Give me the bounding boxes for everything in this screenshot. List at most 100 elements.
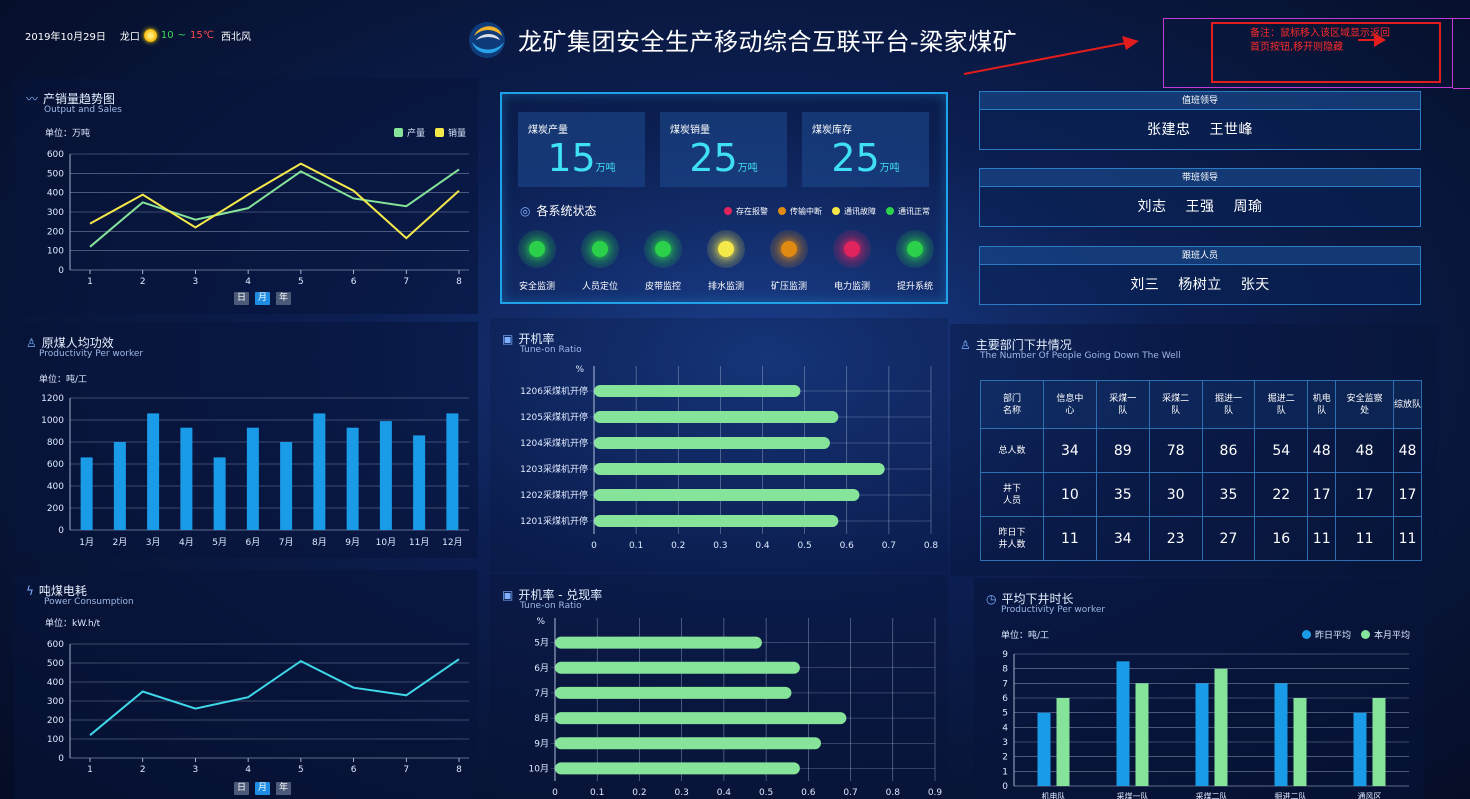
x-tick-label: 0.2 <box>671 541 685 550</box>
x-tick-label: 0 <box>591 541 597 550</box>
y-tick-label: 8 <box>1002 665 1008 675</box>
table-cell: 48 <box>1392 428 1423 473</box>
status-light-core <box>655 241 671 257</box>
x-tick-label: 2月 <box>113 537 128 548</box>
bar <box>594 463 885 475</box>
panel-subtitle: Tune-on Ratio <box>520 601 582 611</box>
x-tick-label: 1 <box>87 765 93 775</box>
x-tick-label: 通风区 <box>1358 791 1382 799</box>
x-tick-label: 0.1 <box>590 788 604 798</box>
legend-label: 昨日平均 <box>1314 631 1351 641</box>
bar-yesterday <box>1274 683 1288 786</box>
tab-month[interactable]: 月 <box>255 782 270 795</box>
y-tick-label: 400 <box>47 482 64 492</box>
arrow-right-icon <box>1374 33 1386 47</box>
row-header: 昨日下井人数 <box>980 516 1044 561</box>
bar <box>594 385 801 397</box>
table-cell: 11 <box>1307 516 1337 561</box>
bar-month <box>1135 683 1149 786</box>
x-tick-label: 7 <box>403 277 409 287</box>
y-tick-label: 600 <box>47 460 64 470</box>
duty-box-shift-lead: 带班领导 刘志 王强 周瑜 <box>979 168 1421 227</box>
stat-sales: 煤炭销量 25万吨 <box>660 112 787 187</box>
table-cell: 17 <box>1392 472 1423 517</box>
y-tick-label: 300 <box>47 697 64 707</box>
productivity-chart: 0 200 400 600 800 1000 1200 1月 2月 3月 4月 5月 6月 7月 8月 9月 1… <box>41 394 469 548</box>
table-cell: 23 <box>1148 516 1203 561</box>
stat-unit: 万吨 <box>879 163 900 174</box>
bar <box>379 421 392 530</box>
legend-label: 产量 <box>406 129 425 139</box>
x-tick-label: 采煤二队 <box>1196 791 1228 799</box>
header-info: 2019年10月29日 龙口 10 ~15℃ 西北风 <box>25 28 251 43</box>
wind-text: 西北风 <box>221 32 251 43</box>
tab-day[interactable]: 日 <box>234 782 249 795</box>
bar <box>80 457 93 530</box>
y-tick-label: 1201采煤机开停 <box>520 515 588 527</box>
uptime-rate-chart: 0 0.1 0.2 0.3 0.4 0.5 0.6 0.7 0.8 0.9% 5月 6月 7月 8月 9月 1… <box>529 617 943 798</box>
y-tick-label: 1203采煤机开停 <box>520 463 588 475</box>
uptime-panel: ▣ 开机率 Tune-on Ratio 0 0.1 0.2 0.3 0.4 0.5 0.6 0.… <box>490 318 948 572</box>
y-tick-label: 100 <box>47 735 64 745</box>
y-tick-label: 9月 <box>534 738 549 749</box>
bar <box>555 712 847 725</box>
x-tick-label: 0.2 <box>632 788 646 798</box>
panel-title: 主要部门下井情况 <box>975 338 1072 352</box>
monitor-play-icon: ▣ <box>502 332 514 346</box>
table-cell: 34 <box>1095 516 1150 561</box>
bar <box>413 435 426 530</box>
x-tick-label: 12月 <box>442 537 462 548</box>
duration-panel: ◷ 平均下井时长 Productivity Per worker 单位：吨/工 昨… <box>974 578 1424 799</box>
trend-chart-icon: 〰 <box>26 92 39 106</box>
x-tick-label: 0.8 <box>886 788 901 798</box>
y-tick-label: 2 <box>1002 753 1008 763</box>
table-col-header: 掘进二队 <box>1254 380 1309 429</box>
y-tick-label: 200 <box>47 716 64 726</box>
stat-inventory: 煤炭库存 25万吨 <box>802 112 929 187</box>
panel-title: 开机率 <box>518 332 555 346</box>
duty-heading: 带班领导 <box>980 169 1420 187</box>
x-tick-label: 3 <box>193 277 199 287</box>
table-header-row: 部门名称 信息中心 采煤一队 采煤二队 掘进一队 掘进二队 机电队 安全监察处 … <box>980 380 1423 429</box>
bar-yesterday <box>1353 712 1367 786</box>
table-col-header: 安全监察处 <box>1335 380 1394 429</box>
table-cell: 11 <box>1335 516 1394 561</box>
normal-dot-icon <box>886 207 894 215</box>
productivity-panel: ♙ 原煤人均功效 Productivity Per worker 单位：吨/工 0… <box>14 322 478 558</box>
bar <box>180 427 193 530</box>
y-tick-label: 3 <box>1002 738 1008 748</box>
stat-label: 煤炭库存 <box>812 125 852 136</box>
legend-label: 存在报警 <box>736 207 768 216</box>
y-tick-label: 1206采煤机开停 <box>520 385 588 397</box>
stat-label: 煤炭产量 <box>528 125 568 136</box>
legend-swatch-yesterday <box>1301 630 1311 639</box>
time-tabs: 日 月 年 <box>234 782 291 795</box>
table-cell: 54 <box>1254 428 1309 473</box>
y-tick-label: 500 <box>47 659 64 669</box>
table-cell: 17 <box>1335 472 1394 517</box>
bar <box>113 442 126 530</box>
tab-month[interactable]: 月 <box>255 292 270 305</box>
y-tick-label: 1 <box>1002 767 1008 777</box>
y-tick-label: 200 <box>47 504 64 514</box>
uptime-rate-panel: ▣ 开机率 - 兑现率 Tune-on Ratio 0 0.1 0.2 0.3 0.4 0.… <box>490 574 948 799</box>
table-cell: 48 <box>1335 428 1394 473</box>
panel-subtitle: Tune-on Ratio <box>520 345 582 355</box>
bar <box>213 457 226 530</box>
legend-swatch-production <box>393 128 403 137</box>
tab-year[interactable]: 年 <box>276 782 291 795</box>
tab-year[interactable]: 年 <box>276 292 291 305</box>
bar <box>594 489 860 501</box>
y-tick-label: 8月 <box>534 713 549 724</box>
y-tick-label: 1202采煤机开停 <box>520 489 588 501</box>
y-tick-label: 6 <box>1002 694 1008 704</box>
y-tick-label: 6月 <box>534 663 549 674</box>
unit-label: 单位：万吨 <box>45 129 91 139</box>
table-cell: 27 <box>1201 516 1256 561</box>
tab-day[interactable]: 日 <box>234 292 249 305</box>
legend-label: 传输中断 <box>790 207 822 216</box>
status-light <box>644 230 682 268</box>
x-tick-label: 0.6 <box>801 788 816 798</box>
x-tick-label: 8 <box>456 277 462 287</box>
bar <box>555 686 792 699</box>
